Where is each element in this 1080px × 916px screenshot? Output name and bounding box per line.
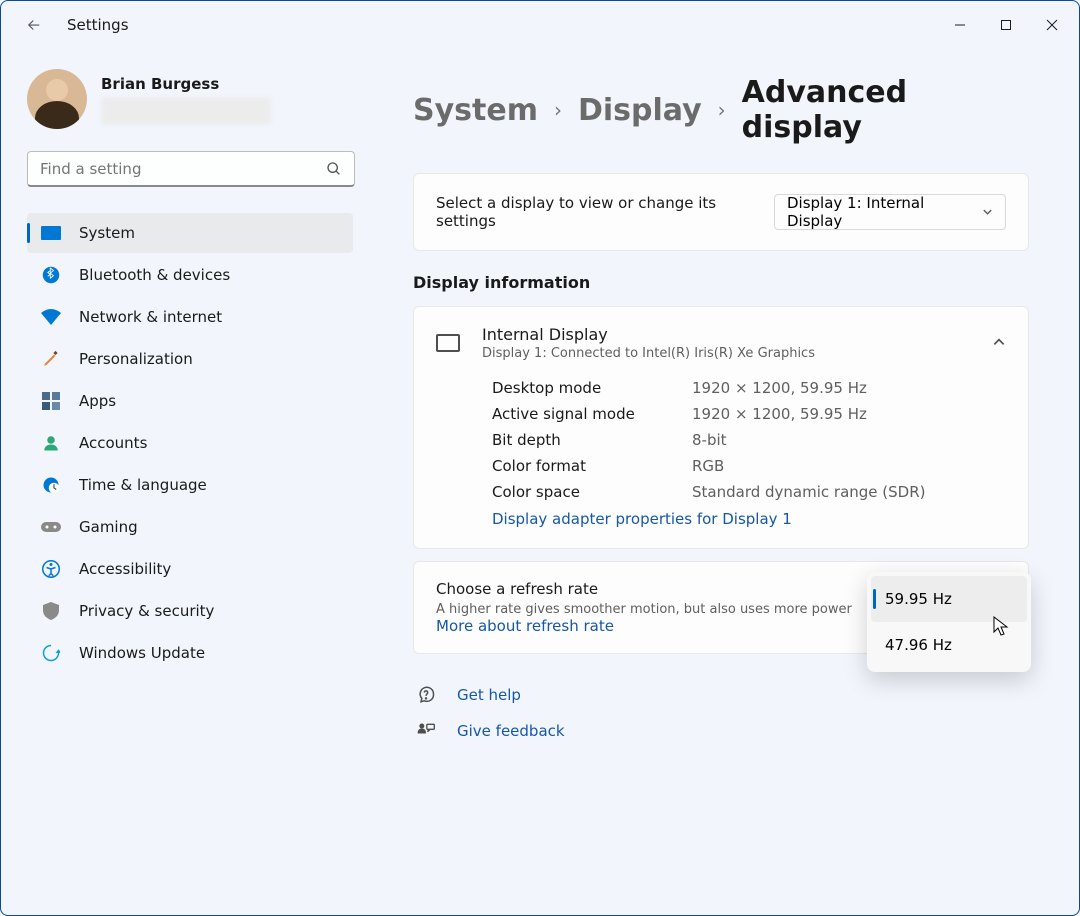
user-block[interactable]: Brian Burgess <box>27 69 353 129</box>
brush-icon <box>41 349 61 369</box>
refresh-rate-card: Choose a refresh rate A higher rate give… <box>413 561 1029 654</box>
display-info-header[interactable]: Internal Display Display 1: Connected to… <box>414 307 1028 379</box>
nav-label: Personalization <box>79 350 193 368</box>
display-name: Internal Display <box>482 325 815 344</box>
refresh-rate-popup: 59.95 Hz 47.96 Hz <box>867 572 1031 672</box>
kv-key: Color format <box>492 457 652 475</box>
gamepad-icon <box>41 517 61 537</box>
chevron-right-icon: › <box>718 98 726 122</box>
help-icon <box>415 684 437 706</box>
shield-icon <box>41 601 61 621</box>
select-display-label: Select a display to view or change its s… <box>436 194 754 230</box>
update-icon <box>41 643 61 663</box>
cursor-icon <box>993 616 1009 636</box>
titlebar: Settings <box>1 1 1079 49</box>
kv-key: Bit depth <box>492 431 652 449</box>
back-button[interactable] <box>23 14 45 36</box>
display-info-heading: Display information <box>413 273 1029 292</box>
kv-val: 1920 × 1200, 59.95 Hz <box>692 379 867 397</box>
nav-label: Accounts <box>79 434 147 452</box>
user-name: Brian Burgess <box>101 75 271 93</box>
window-controls <box>937 9 1075 41</box>
display-sub: Display 1: Connected to Intel(R) Iris(R)… <box>482 346 815 361</box>
nav-update[interactable]: Windows Update <box>27 633 353 673</box>
nav-apps[interactable]: Apps <box>27 381 353 421</box>
nav-system[interactable]: System <box>27 213 353 253</box>
kv-val: 8-bit <box>692 431 727 449</box>
kv-val: Standard dynamic range (SDR) <box>692 483 925 501</box>
kv-val: RGB <box>692 457 724 475</box>
kv-key: Color space <box>492 483 652 501</box>
chevron-right-icon: › <box>554 98 562 122</box>
search-input[interactable] <box>27 151 355 187</box>
nav-network[interactable]: Network & internet <box>27 297 353 337</box>
feedback-link[interactable]: Give feedback <box>457 722 565 740</box>
nav-list: System Bluetooth & devices Network & int… <box>27 213 353 673</box>
nav-personalization[interactable]: Personalization <box>27 339 353 379</box>
nav-label: Gaming <box>79 518 138 536</box>
maximize-button[interactable] <box>983 9 1029 41</box>
search-field[interactable] <box>40 160 326 178</box>
clock-globe-icon <box>41 475 61 495</box>
nav-label: Windows Update <box>79 644 205 662</box>
nav-label: Network & internet <box>79 308 222 326</box>
get-help-row[interactable]: Get help <box>413 684 1029 706</box>
kv-key: Desktop mode <box>492 379 652 397</box>
nav-label: Apps <box>79 392 116 410</box>
sidebar: Brian Burgess System Bluetooth & devices… <box>1 49 363 915</box>
crumb-display[interactable]: Display <box>578 93 702 128</box>
display-dropdown[interactable]: Display 1: Internal Display <box>774 194 1006 230</box>
user-email-redacted <box>101 97 271 125</box>
chevron-down-icon <box>982 206 993 218</box>
refresh-more-link[interactable]: More about refresh rate <box>436 617 614 635</box>
apps-icon <box>41 391 61 411</box>
app-title: Settings <box>67 16 129 34</box>
nav-label: Bluetooth & devices <box>79 266 230 284</box>
get-help-link[interactable]: Get help <box>457 686 521 704</box>
nav-bluetooth[interactable]: Bluetooth & devices <box>27 255 353 295</box>
nav-time[interactable]: Time & language <box>27 465 353 505</box>
feedback-row[interactable]: Give feedback <box>413 720 1029 742</box>
close-button[interactable] <box>1029 9 1075 41</box>
person-icon <box>41 433 61 453</box>
dropdown-value: Display 1: Internal Display <box>787 194 968 230</box>
kv-val: 1920 × 1200, 59.95 Hz <box>692 405 867 423</box>
display-info-card: Internal Display Display 1: Connected to… <box>413 306 1029 549</box>
nav-label: Privacy & security <box>79 602 214 620</box>
breadcrumb: System › Display › Advanced display <box>413 75 1029 145</box>
nav-label: Accessibility <box>79 560 171 578</box>
search-icon <box>326 161 342 177</box>
adapter-properties-link[interactable]: Display adapter properties for Display 1 <box>492 510 792 528</box>
nav-gaming[interactable]: Gaming <box>27 507 353 547</box>
accessibility-icon <box>41 559 61 579</box>
main-content: System › Display › Advanced display Sele… <box>363 49 1079 915</box>
avatar <box>27 69 87 129</box>
refresh-sub: A higher rate gives smoother motion, but… <box>436 602 886 635</box>
system-icon <box>41 223 61 243</box>
nav-label: System <box>79 224 135 242</box>
chevron-up-icon <box>992 334 1006 353</box>
select-display-card: Select a display to view or change its s… <box>413 173 1029 251</box>
wifi-icon <box>41 307 61 327</box>
minimize-button[interactable] <box>937 9 983 41</box>
display-info-body: Desktop mode 1920 × 1200, 59.95 Hz Active… <box>414 379 1028 548</box>
monitor-icon <box>436 334 460 352</box>
feedback-icon <box>415 720 437 742</box>
nav-privacy[interactable]: Privacy & security <box>27 591 353 631</box>
crumb-system[interactable]: System <box>413 93 538 128</box>
nav-accessibility[interactable]: Accessibility <box>27 549 353 589</box>
crumb-advanced: Advanced display <box>742 75 1029 145</box>
kv-key: Active signal mode <box>492 405 652 423</box>
nav-label: Time & language <box>79 476 207 494</box>
bluetooth-icon <box>41 265 61 285</box>
nav-accounts[interactable]: Accounts <box>27 423 353 463</box>
